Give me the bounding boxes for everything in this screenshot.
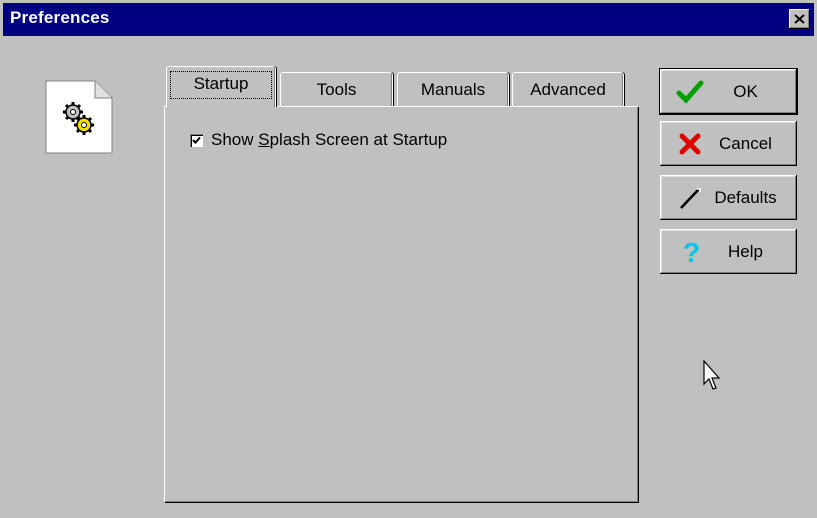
cancel-button-label: Cancel xyxy=(719,133,772,153)
wand-icon xyxy=(674,183,706,213)
red-x-icon xyxy=(674,129,706,159)
window-title: Preferences xyxy=(10,8,110,27)
label-part: Show xyxy=(211,130,259,149)
tab-startup-label: Startup xyxy=(193,74,249,93)
ok-button-label: OK xyxy=(733,81,758,101)
label-part: plash Screen at Startup xyxy=(269,130,448,149)
tab-advanced-label: Advanced xyxy=(530,80,606,99)
defaults-button-label: Defaults xyxy=(714,187,777,207)
splash-screen-option[interactable]: Show Splash Screen at Startup xyxy=(190,130,447,150)
tab-tools[interactable]: Tools xyxy=(280,72,393,108)
splash-screen-checkbox[interactable] xyxy=(190,133,203,147)
help-button-label: Help xyxy=(728,241,763,261)
check-mark-icon xyxy=(192,136,201,144)
svg-text:?: ? xyxy=(683,238,700,266)
tab-manuals[interactable]: Manuals xyxy=(397,72,509,108)
tab-panel-startup xyxy=(164,106,638,502)
help-button[interactable]: ? Help xyxy=(660,229,797,274)
defaults-button[interactable]: Defaults xyxy=(660,175,797,220)
tab-manuals-label: Manuals xyxy=(420,80,486,99)
close-button[interactable] xyxy=(789,9,810,29)
title-bar[interactable]: Preferences xyxy=(3,3,814,36)
mouse-cursor-icon xyxy=(703,360,721,390)
splash-screen-label: Show Splash Screen at Startup xyxy=(211,130,447,150)
ok-button[interactable]: OK xyxy=(660,69,797,114)
close-icon xyxy=(794,14,805,24)
question-mark-icon: ? xyxy=(674,237,706,267)
label-mnemonic: S xyxy=(258,130,270,149)
gears-document-icon xyxy=(45,80,113,154)
tab-tools-label: Tools xyxy=(316,80,357,99)
tab-advanced[interactable]: Advanced xyxy=(512,72,624,108)
green-checkmark-icon xyxy=(674,77,706,107)
cancel-button[interactable]: Cancel xyxy=(660,121,797,166)
tab-startup[interactable]: Startup xyxy=(166,66,276,107)
preferences-dialog: Preferences Startup Tools Manuals Advanc… xyxy=(0,0,817,518)
